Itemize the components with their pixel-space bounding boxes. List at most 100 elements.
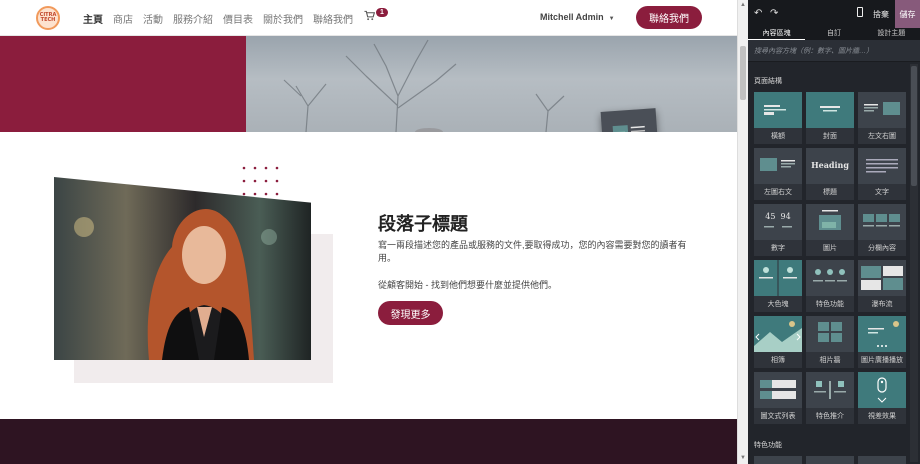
menu-item-pricing[interactable]: 價目表 [223, 11, 253, 26]
snippet-partial[interactable] [858, 456, 906, 464]
cart-count-badge: 1 [376, 8, 388, 17]
tab-blocks[interactable]: 內容區塊 [748, 28, 806, 40]
title-thumb: Heading [806, 148, 854, 184]
masonry-thumb [858, 260, 906, 296]
snippet-label: 分欄內容 [868, 245, 896, 252]
site-logo[interactable]: CITRA TECH [36, 6, 60, 30]
cover-color-block [0, 36, 246, 132]
user-name: Mitchell Admin [540, 12, 604, 22]
snippet-banner[interactable]: 橫額 [754, 92, 802, 144]
text-thumb [858, 148, 906, 184]
numbers-thumb: 45 94 [754, 204, 802, 240]
section-paragraph-2: 從顧客開始 - 找到他們想要什麼並提供他們。 [378, 280, 557, 290]
page-scrollbar[interactable]: ▲ ▼ [737, 0, 748, 464]
snippet-label: 大色塊 [767, 301, 789, 308]
search-placeholder: 搜尋內容方塊（例：數字、圖片牆…） [754, 48, 873, 55]
snippet-label: 視差效果 [868, 413, 896, 420]
website-preview: CITRA TECH 主頁 商店 活動 服務介紹 價目表 關於我們 聯絡我們 1… [0, 0, 737, 464]
snippet-text[interactable]: 文字 [858, 148, 906, 200]
editor-scrollbar-thumb[interactable] [911, 66, 917, 186]
snippet-album[interactable]: 相簿 [754, 316, 802, 368]
menu-item-shop[interactable]: 商店 [113, 11, 133, 26]
discard-button[interactable]: 捨棄 [873, 9, 889, 20]
redo-icon[interactable]: ↷ [770, 8, 778, 19]
snippet-label: 相簿 [771, 357, 785, 364]
snippet-masonry[interactable]: 瀑布流 [858, 260, 906, 312]
snippet-big-boxes[interactable]: 大色塊 [754, 260, 802, 312]
menu-item-about[interactable]: 關於我們 [263, 11, 303, 26]
columns-thumb [858, 204, 906, 240]
carousel-thumb [858, 316, 906, 352]
snippet-label: 特色推介 [816, 413, 844, 420]
snippet-carousel[interactable]: 圖片廣播播放 [858, 316, 906, 368]
snippet-label: 圖片 [823, 245, 837, 252]
mobile-preview-icon[interactable] [857, 7, 863, 17]
snippet-picture[interactable]: 圖片 [806, 204, 854, 256]
tab-customize[interactable]: 自訂 [805, 28, 862, 40]
snippet-search-input[interactable]: 搜尋內容方塊（例：數字、圖片牆…） [748, 40, 920, 62]
snippet-label: 橫額 [771, 133, 785, 140]
section-subtitle: 段落子標題 [378, 214, 468, 234]
snippet-label: 瀑布流 [871, 301, 893, 308]
cover-background-image [246, 36, 737, 132]
snippet-label: 左文右圖 [868, 133, 896, 140]
editor-scrollbar[interactable] [910, 64, 918, 462]
next-section-dark-band[interactable] [0, 419, 737, 464]
cart-link[interactable]: 1 [364, 8, 388, 21]
portrait-image[interactable] [54, 177, 311, 360]
snippet-label: 封面 [823, 133, 837, 140]
album-thumb [754, 316, 802, 352]
menu-item-services[interactable]: 服務介紹 [173, 11, 213, 26]
scroll-down-icon[interactable]: ▼ [740, 455, 746, 461]
snippet-media-list[interactable]: 圖文式列表 [754, 372, 802, 424]
save-button[interactable]: 儲存 [895, 0, 920, 28]
snippet-features[interactable]: 特色功能 [806, 260, 854, 312]
snippet-parallax[interactable]: 視差效果 [858, 372, 906, 424]
section-heading-features: 特色功能 [754, 442, 782, 449]
snippet-label: 相片牆 [819, 357, 841, 364]
big-boxes-thumb [754, 260, 802, 296]
user-menu[interactable]: Mitchell Admin ▼ [540, 12, 615, 22]
snippet-columns[interactable]: 分欄內容 [858, 204, 906, 256]
navbar: CITRA TECH 主頁 商店 活動 服務介紹 價目表 關於我們 聯絡我們 1… [0, 0, 737, 36]
section-heading-structure: 頁面結構 [754, 78, 782, 85]
snippet-partial[interactable] [806, 456, 854, 464]
heading-thumb-text: Heading [811, 160, 849, 170]
media-list-thumb [754, 372, 802, 408]
banner-thumb [754, 92, 802, 128]
scrollbar-thumb[interactable] [740, 46, 746, 100]
showcase-thumb [806, 372, 854, 408]
text-image-thumb [858, 92, 906, 128]
undo-icon[interactable]: ↶ [754, 8, 762, 19]
scroll-up-icon[interactable]: ▲ [740, 2, 746, 8]
snippet-text-image[interactable]: 左文右圖 [858, 92, 906, 144]
image-wall-thumb [806, 316, 854, 352]
parallax-thumb [858, 372, 906, 408]
menu-item-home[interactable]: 主頁 [83, 11, 103, 26]
menu-item-events[interactable]: 活動 [143, 11, 163, 26]
more-snippets-row [754, 456, 906, 464]
main-menu: 主頁 商店 活動 服務介紹 價目表 關於我們 聯絡我們 [83, 11, 363, 26]
snippet-numbers[interactable]: 45 94 數字 [754, 204, 802, 256]
cover-thumb [806, 92, 854, 128]
editor-tabs: 內容區塊 自訂 設計主題 [748, 28, 920, 40]
snippet-partial[interactable] [754, 456, 802, 464]
features-thumb [806, 260, 854, 296]
snippet-image-text[interactable]: 左圖右文 [754, 148, 802, 200]
picture-thumb [806, 204, 854, 240]
section-paragraph-1: 寫一兩段描述您的產品或服務的文件,要取得成功，您的內容需要對您的讀者有用。 [378, 240, 687, 263]
snippet-showcase[interactable]: 特色推介 [806, 372, 854, 424]
editor-toolbar: ↶ ↷ 捨棄 儲存 [748, 0, 920, 28]
cart-icon [364, 10, 375, 21]
snippet-image-wall[interactable]: 相片牆 [806, 316, 854, 368]
snippet-label: 文字 [875, 189, 889, 196]
snippet-title[interactable]: Heading 標題 [806, 148, 854, 200]
snippet-cover[interactable]: 封面 [806, 92, 854, 144]
text-image-section[interactable]: 段落子標題 寫一兩段描述您的產品或服務的文件,要取得成功，您的內容需要對您的讀者… [0, 132, 737, 419]
menu-item-contact[interactable]: 聯絡我們 [313, 11, 353, 26]
tab-theme[interactable]: 設計主題 [863, 28, 920, 40]
caret-down-icon: ▼ [608, 16, 615, 22]
contact-us-button[interactable]: 聯絡我們 [636, 6, 702, 29]
snippet-label: 左圖右文 [764, 189, 792, 196]
discover-more-button[interactable]: 發現更多 [378, 301, 443, 325]
